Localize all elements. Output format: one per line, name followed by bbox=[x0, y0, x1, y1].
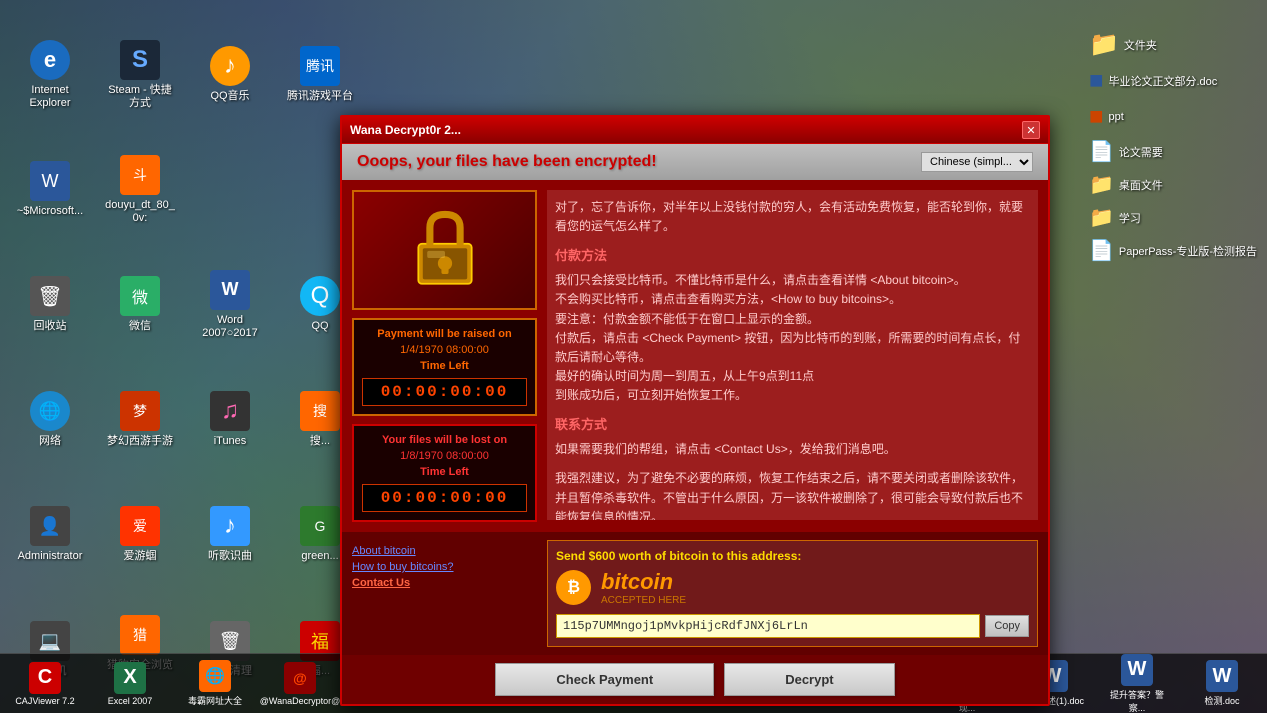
right-icon-folder[interactable]: 📁 文件夹 bbox=[1089, 30, 1257, 59]
bitcoin-logo-icon: ₿ bbox=[556, 570, 591, 605]
desktop-icon-admin[interactable]: 👤 Administrator bbox=[10, 480, 90, 590]
payment-title: 付款方法 bbox=[555, 246, 1030, 267]
timer2-label: Your files will be lost on bbox=[362, 434, 527, 446]
dialog-title: Wana Decrypt0r 2... bbox=[350, 123, 461, 137]
check-payment-button[interactable]: Check Payment bbox=[495, 663, 714, 696]
dialog-header: Ooops, your files have been encrypted! C… bbox=[342, 144, 1048, 180]
right-icon-ppt[interactable]: ■ ppt bbox=[1089, 103, 1257, 131]
taskbar-icon-cajviewer[interactable]: C CAJViewer 7.2 bbox=[10, 662, 80, 706]
desktop-icon-music-id[interactable]: ♪ 听歌识曲 bbox=[190, 480, 270, 590]
copy-address-button[interactable]: Copy bbox=[985, 615, 1029, 637]
about-bitcoin-link[interactable]: About bitcoin bbox=[352, 545, 532, 557]
bitcoin-accepted-text: bitcoin ACCEPTED HERE bbox=[601, 569, 686, 606]
wannacry-dialog: Wana Decrypt0r 2... ✕ Ooops, your files … bbox=[340, 115, 1050, 706]
dialog-bottom: About bitcoin How to buy bitcoins? Conta… bbox=[342, 532, 1048, 655]
timer-2-box: Your files will be lost on 1/8/1970 08:0… bbox=[352, 424, 537, 522]
timer2-time-left-label: Time Left bbox=[362, 466, 527, 478]
desktop-icon-itunes[interactable]: ♫ iTunes bbox=[190, 365, 270, 475]
desktop-icon-mhxy[interactable]: 梦 梦幻西游手游 bbox=[100, 365, 180, 475]
dialog-footer: Check Payment Decrypt bbox=[342, 655, 1048, 704]
right-icon-paperpass[interactable]: 📄 PaperPass-专业版-检测报告 bbox=[1089, 238, 1257, 263]
desktop-icon-steam[interactable]: S Steam - 快捷方式 bbox=[100, 20, 180, 130]
taskbar-icon-tisheng[interactable]: W 提升答案？警察... bbox=[1102, 654, 1172, 713]
payment-body: 我们只会接受比特币。不懂比特币是什么，请点击查看详情 <About bitcoi… bbox=[555, 271, 1030, 405]
contact-us-link[interactable]: Contact Us bbox=[352, 577, 532, 589]
desktop-icon-aiyou[interactable]: 爱 爱游蝈 bbox=[100, 480, 180, 590]
desktop-icon-qq-music[interactable]: ♪ QQ音乐 bbox=[190, 20, 270, 130]
left-panel: Payment will be raised on 1/4/1970 08:00… bbox=[352, 190, 537, 522]
warning-text: 我强烈建议，为了避免不必要的麻烦，恢复工作结束之后，请不要关闭或者删除该软件，并… bbox=[555, 469, 1030, 520]
how-to-buy-link[interactable]: How to buy bitcoins? bbox=[352, 561, 532, 573]
bitcoin-accepted-sub: ACCEPTED HERE bbox=[601, 595, 686, 606]
dialog-header-text: Ooops, your files have been encrypted! bbox=[357, 153, 657, 171]
timer1-time-left-label: Time Left bbox=[362, 360, 527, 372]
timer-1-box: Payment will be raised on 1/4/1970 08:00… bbox=[352, 318, 537, 416]
right-icon-desktop-files[interactable]: 📁 桌面文件 bbox=[1089, 172, 1257, 197]
language-select[interactable]: Chinese (simpl... English bbox=[921, 152, 1033, 172]
dialog-body: Payment will be raised on 1/4/1970 08:00… bbox=[342, 180, 1048, 532]
desktop: " win"ow, you deleted tware. ".exe" in e… bbox=[0, 0, 1267, 713]
bottom-links: About bitcoin How to buy bitcoins? Conta… bbox=[352, 540, 532, 589]
timer1-label: Payment will be raised on bbox=[362, 328, 527, 340]
taskbar-icon-jiance[interactable]: W 检测.doc bbox=[1187, 660, 1257, 707]
taskbar-icon-duba[interactable]: 🌐 毒霸网址大全 bbox=[180, 660, 250, 707]
lock-icon-container bbox=[352, 190, 537, 310]
desktop-icon-wechat[interactable]: 微 微信 bbox=[100, 250, 180, 360]
desktop-icon-network[interactable]: 🌐 网络 bbox=[10, 365, 90, 475]
bitcoin-logo-row: ₿ bitcoin ACCEPTED HERE bbox=[556, 569, 1029, 606]
dialog-close-button[interactable]: ✕ bbox=[1022, 121, 1040, 139]
bitcoin-send-text: Send $600 worth of bitcoin to this addre… bbox=[556, 549, 1029, 563]
desktop-icons-area: e Internet Explorer S Steam - 快捷方式 ♪ QQ音… bbox=[10, 20, 365, 705]
right-panel-text: 对了，忘了告诉你，对半年以上没钱付款的穷人，会有活动免费恢复，能否轮到你，就要看… bbox=[555, 198, 1030, 520]
contact-title: 联系方式 bbox=[555, 415, 1030, 436]
bitcoin-address-row: Copy bbox=[556, 614, 1029, 638]
right-icon-study[interactable]: 📁 学习 bbox=[1089, 205, 1257, 230]
decrypt-button[interactable]: Decrypt bbox=[724, 663, 894, 696]
bitcoin-address-input[interactable] bbox=[556, 614, 980, 638]
desktop-icon-tencent[interactable]: 腾讯 腾讯游戏平台 bbox=[280, 20, 360, 130]
timer2-date: 1/8/1970 08:00:00 bbox=[362, 450, 527, 462]
timer2-display: 00:00:00:00 bbox=[362, 484, 527, 512]
right-text-panel: 对了，忘了告诉你，对半年以上没钱付款的穷人，会有活动免费恢复，能否轮到你，就要看… bbox=[547, 190, 1038, 520]
lock-icon bbox=[410, 210, 480, 290]
right-icon-thesis-req[interactable]: 📄 论文需要 bbox=[1089, 139, 1257, 164]
desktop-icon-msoffice[interactable]: W ~$Microsoft... bbox=[10, 135, 90, 245]
desktop-icon-recycle[interactable]: 🗑 回收站 bbox=[10, 250, 90, 360]
right-icon-thesis[interactable]: ■ 毕业论文正文部分.doc bbox=[1089, 67, 1257, 95]
desktop-icon-word2007[interactable]: W Word 2007○2017 bbox=[190, 250, 270, 360]
dialog-titlebar: Wana Decrypt0r 2... ✕ bbox=[342, 117, 1048, 144]
desktop-icon-ie[interactable]: e Internet Explorer bbox=[10, 20, 90, 130]
contact-body: 如果需要我们的帮组，请点击 <Contact Us>，发给我们消息吧。 bbox=[555, 440, 1030, 459]
right-side-icons: 📁 文件夹 ■ 毕业论文正文部分.doc ■ ppt 📄 论文需要 📁 桌面文件… bbox=[1089, 30, 1257, 263]
bitcoin-name: bitcoin bbox=[601, 569, 686, 595]
desktop-icon-douyu[interactable]: 斗 douyu_dt_80_0v: bbox=[100, 135, 180, 245]
intro-text: 对了，忘了告诉你，对半年以上没钱付款的穷人，会有活动免费恢复，能否轮到你，就要看… bbox=[555, 198, 1030, 236]
taskbar-icon-excel[interactable]: X Excel 2007 bbox=[95, 662, 165, 706]
timer1-display: 00:00:00:00 bbox=[362, 378, 527, 406]
timer1-date: 1/4/1970 08:00:00 bbox=[362, 344, 527, 356]
taskbar-icon-wanadecryptor[interactable]: @ @WanaDecryptor@ bbox=[265, 662, 335, 706]
bitcoin-section: Send $600 worth of bitcoin to this addre… bbox=[547, 540, 1038, 647]
